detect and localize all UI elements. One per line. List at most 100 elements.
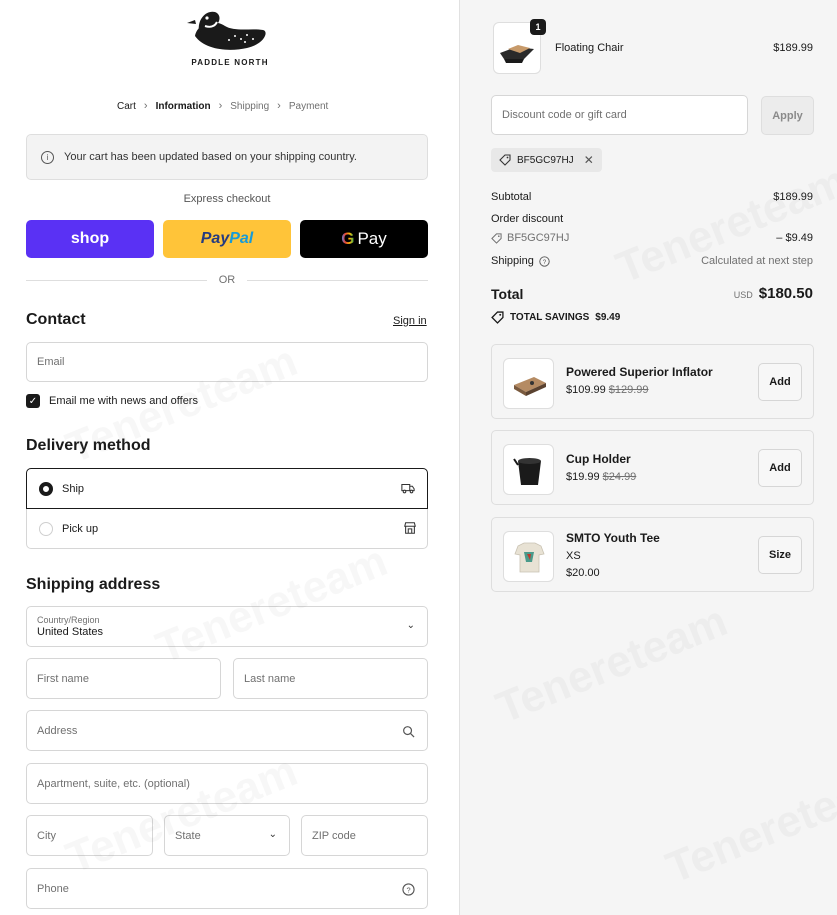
cart-updated-notice: i Your cart has been updated based on yo… bbox=[26, 134, 428, 180]
ship-label: Ship bbox=[62, 482, 85, 495]
delivery-option-ship[interactable]: Ship bbox=[26, 468, 428, 509]
subtotal-value: $189.99 bbox=[773, 191, 813, 203]
shop-pay-label: shop bbox=[70, 230, 110, 247]
order-summary-panel: 1 Floating Chair $189.99 Apply BF5GC97HJ… bbox=[459, 0, 837, 915]
rec-price-row: $109.99 $129.99 bbox=[566, 384, 649, 396]
last-name-field[interactable] bbox=[233, 658, 428, 699]
zip-field[interactable] bbox=[301, 815, 428, 856]
apartment-field[interactable] bbox=[26, 763, 428, 804]
cup-holder-image bbox=[513, 458, 541, 485]
paypal-label-part1: Pay bbox=[200, 230, 230, 247]
paypal-button[interactable]: Pay Pal bbox=[163, 220, 291, 258]
total-value: $180.50 bbox=[758, 285, 813, 302]
divider-line bbox=[26, 279, 207, 281]
notice-text: Your cart has been updated based on your… bbox=[64, 151, 357, 163]
first-name-field[interactable] bbox=[26, 658, 221, 699]
watermark: Tenereteam bbox=[149, 536, 394, 673]
tag-icon bbox=[499, 154, 511, 166]
savings-label: TOTAL SAVINGS bbox=[510, 312, 590, 323]
city-input[interactable] bbox=[37, 829, 152, 842]
address-input[interactable] bbox=[37, 724, 427, 737]
breadcrumb-shipping: Shipping bbox=[230, 100, 270, 112]
country-select[interactable]: Country/Region United States ⌄ bbox=[26, 606, 428, 647]
country-value: United States bbox=[37, 626, 104, 638]
delivery-method-heading: Delivery method bbox=[26, 437, 151, 454]
product-price: $189.99 bbox=[773, 42, 813, 54]
pickup-label: Pick up bbox=[62, 523, 99, 535]
discount-code-input[interactable] bbox=[502, 109, 747, 121]
rec-price-row: $19.99 $24.99 bbox=[566, 471, 636, 483]
state-label: State bbox=[175, 829, 201, 842]
chevron-down-icon: ⌄ bbox=[406, 620, 415, 631]
discount-value: – $9.49 bbox=[776, 232, 813, 244]
discount-code-text: BF5GC97HJ bbox=[507, 232, 570, 244]
recommendation-card: Cup Holder $19.99 $24.99 Add bbox=[491, 430, 814, 505]
ship-radio[interactable] bbox=[39, 481, 53, 496]
shipping-value: Calculated at next step bbox=[701, 255, 813, 267]
help-circle-icon[interactable]: ? bbox=[539, 255, 550, 267]
product-thumbnail bbox=[503, 358, 554, 409]
delivery-option-pickup[interactable]: Pick up bbox=[27, 509, 429, 549]
rec-product-name: SMTO Youth Tee bbox=[566, 531, 660, 545]
rec-variant: XS bbox=[566, 550, 581, 562]
info-icon: i bbox=[41, 150, 54, 164]
apartment-input[interactable] bbox=[37, 777, 427, 790]
sign-in-link[interactable]: Sign in bbox=[393, 315, 427, 327]
address-field[interactable] bbox=[26, 710, 428, 751]
svg-text:?: ? bbox=[543, 258, 547, 265]
last-name-input[interactable] bbox=[244, 672, 427, 685]
loon-logo-icon bbox=[187, 11, 266, 50]
rec-compare-price: $24.99 bbox=[602, 471, 637, 483]
svg-text:?: ? bbox=[406, 885, 410, 894]
chevron-right-icon: › bbox=[143, 100, 148, 112]
total-value-row: USD $180.50 bbox=[734, 285, 813, 302]
first-name-input[interactable] bbox=[37, 672, 220, 685]
email-input[interactable] bbox=[37, 356, 427, 368]
phone-field[interactable]: ? bbox=[26, 868, 428, 909]
apply-discount-button[interactable]: Apply bbox=[761, 96, 814, 135]
recommendation-card: Powered Superior Inflator $109.99 $129.99… bbox=[491, 344, 814, 419]
product-name: Floating Chair bbox=[555, 42, 624, 54]
brand-logo[interactable]: PADDLE NORTH bbox=[185, 6, 275, 68]
rec-product-name: Powered Superior Inflator bbox=[566, 365, 713, 379]
news-offers-checkbox[interactable]: ✓ bbox=[26, 394, 40, 408]
search-icon bbox=[403, 726, 415, 738]
google-pay-button[interactable]: G Pay bbox=[300, 220, 428, 258]
inflator-image bbox=[514, 377, 546, 396]
product-thumbnail bbox=[503, 531, 554, 582]
discount-code-field[interactable] bbox=[491, 95, 748, 135]
breadcrumb-cart[interactable]: Cart bbox=[117, 101, 136, 112]
chevron-right-icon: › bbox=[218, 100, 223, 112]
rec-compare-price: $129.99 bbox=[608, 384, 649, 396]
delivery-method-options: Ship Pick up bbox=[26, 468, 428, 549]
breadcrumb-payment: Payment bbox=[288, 100, 329, 112]
chevron-down-icon: ⌄ bbox=[268, 829, 277, 840]
quantity-badge: 1 bbox=[530, 19, 546, 35]
subtotal-label: Subtotal bbox=[491, 191, 532, 203]
remove-discount-icon[interactable]: ✕ bbox=[584, 153, 594, 167]
shipping-address-heading: Shipping address bbox=[26, 576, 161, 593]
city-field[interactable] bbox=[26, 815, 153, 856]
state-select[interactable]: State ⌄ bbox=[164, 815, 290, 856]
savings-value: $9.49 bbox=[595, 312, 621, 323]
divider-line bbox=[247, 279, 428, 281]
select-size-button[interactable]: Size bbox=[758, 536, 802, 574]
country-label: Country/Region bbox=[37, 615, 100, 625]
zip-input[interactable] bbox=[312, 829, 427, 842]
brand-name: PADDLE NORTH bbox=[191, 58, 269, 67]
phone-input[interactable] bbox=[37, 882, 427, 895]
add-to-cart-button[interactable]: Add bbox=[758, 449, 802, 487]
news-offers-checkbox-row[interactable]: ✓ Email me with news and offers bbox=[26, 394, 198, 408]
google-pay-label: Pay bbox=[357, 229, 387, 248]
recommendation-card: SMTO Youth Tee XS $20.00 Size bbox=[491, 517, 814, 592]
help-circle-icon[interactable]: ? bbox=[402, 883, 415, 896]
email-field[interactable] bbox=[26, 342, 428, 382]
checkout-form-panel: PADDLE NORTH Cart › Information › Shippi… bbox=[0, 0, 459, 915]
add-to-cart-button[interactable]: Add bbox=[758, 363, 802, 401]
total-savings: TOTAL SAVINGS $9.49 bbox=[491, 311, 620, 324]
shop-pay-button[interactable]: shop bbox=[26, 220, 154, 258]
rec-price: $109.99 bbox=[566, 384, 606, 396]
pickup-radio[interactable] bbox=[39, 522, 53, 536]
currency-code: USD bbox=[733, 290, 753, 300]
shipping-label: Shipping bbox=[491, 255, 534, 267]
